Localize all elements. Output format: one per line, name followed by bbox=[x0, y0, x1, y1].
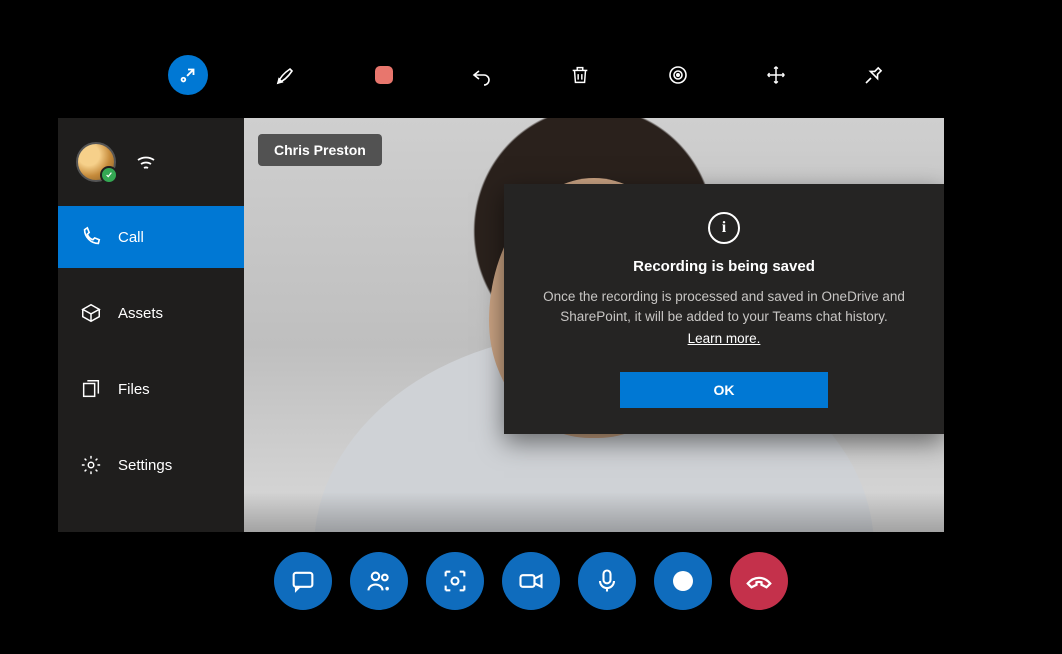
dialog-title: Recording is being saved bbox=[534, 258, 914, 275]
camera-settings-icon bbox=[666, 63, 690, 87]
chat-button[interactable] bbox=[274, 552, 332, 610]
video-button[interactable] bbox=[502, 552, 560, 610]
mic-icon bbox=[593, 567, 621, 595]
hangup-button[interactable] bbox=[730, 552, 788, 610]
participant-name-tag: Chris Preston bbox=[258, 134, 382, 166]
move-icon bbox=[765, 64, 787, 86]
wifi-icon bbox=[134, 150, 158, 174]
sidebar-item-call[interactable]: Call bbox=[58, 206, 244, 268]
collapse-icon bbox=[177, 64, 199, 86]
assets-icon bbox=[80, 302, 102, 324]
video-icon bbox=[517, 567, 545, 595]
move-button[interactable] bbox=[756, 55, 796, 95]
phone-icon bbox=[80, 226, 102, 248]
sidebar-nav: Call Assets Files bbox=[58, 206, 244, 496]
record-icon bbox=[673, 571, 693, 591]
people-icon bbox=[365, 567, 393, 595]
ok-button-label: OK bbox=[714, 382, 735, 398]
mic-button[interactable] bbox=[578, 552, 636, 610]
settings-icon bbox=[80, 454, 102, 476]
sidebar-item-label: Settings bbox=[118, 457, 172, 474]
pin-icon bbox=[862, 63, 886, 87]
recording-saved-dialog: i Recording is being saved Once the reco… bbox=[504, 184, 944, 434]
files-icon bbox=[80, 378, 102, 400]
learn-more-link[interactable]: Learn more. bbox=[688, 331, 761, 346]
dialog-body: Once the recording is processed and save… bbox=[534, 287, 914, 326]
sidebar-item-settings[interactable]: Settings bbox=[58, 434, 244, 496]
stop-record-icon bbox=[375, 66, 393, 84]
record-button[interactable] bbox=[654, 552, 712, 610]
info-icon: i bbox=[708, 212, 740, 244]
stop-record-button[interactable] bbox=[364, 55, 404, 95]
collapse-button[interactable] bbox=[168, 55, 208, 95]
participant-name: Chris Preston bbox=[274, 142, 366, 158]
pen-button[interactable] bbox=[266, 55, 306, 95]
avatar[interactable] bbox=[76, 142, 116, 182]
presence-available-icon bbox=[100, 166, 118, 184]
ok-button[interactable]: OK bbox=[620, 372, 828, 408]
camera-settings-button[interactable] bbox=[658, 55, 698, 95]
sidebar: Call Assets Files bbox=[58, 118, 244, 532]
sidebar-item-label: Files bbox=[118, 381, 150, 398]
top-toolbar bbox=[0, 55, 1062, 95]
pin-button[interactable] bbox=[854, 55, 894, 95]
chat-icon bbox=[289, 567, 317, 595]
delete-icon bbox=[569, 64, 591, 86]
video-area: Chris Preston i Recording is being saved… bbox=[244, 118, 944, 532]
delete-button[interactable] bbox=[560, 55, 600, 95]
sidebar-item-label: Assets bbox=[118, 305, 163, 322]
sidebar-item-files[interactable]: Files bbox=[58, 358, 244, 420]
sidebar-item-label: Call bbox=[118, 229, 144, 246]
app-stage: Call Assets Files bbox=[0, 0, 1062, 654]
pen-icon bbox=[274, 63, 298, 87]
hangup-icon bbox=[744, 566, 774, 596]
sidebar-header bbox=[58, 118, 244, 206]
app-frame: Call Assets Files bbox=[58, 118, 944, 532]
capture-button[interactable] bbox=[426, 552, 484, 610]
undo-icon bbox=[470, 63, 494, 87]
call-controls bbox=[0, 552, 1062, 610]
people-button[interactable] bbox=[350, 552, 408, 610]
capture-icon bbox=[441, 567, 469, 595]
sidebar-item-assets[interactable]: Assets bbox=[58, 282, 244, 344]
undo-button[interactable] bbox=[462, 55, 502, 95]
